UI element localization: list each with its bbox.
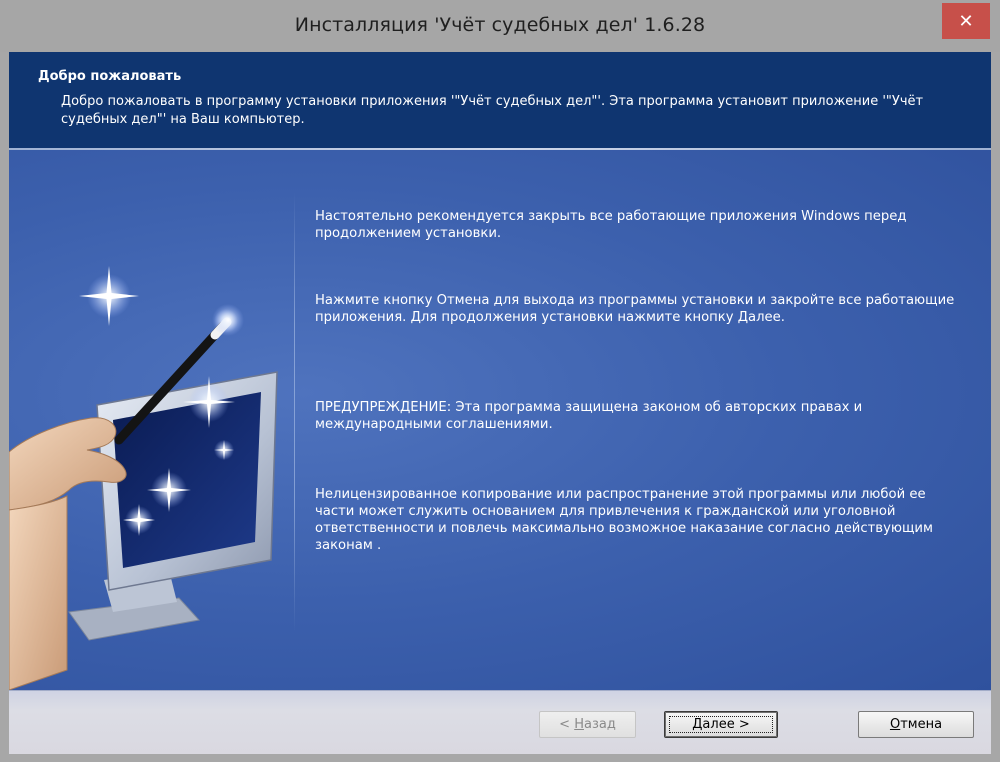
next-button-suffix: > xyxy=(734,717,750,732)
title-bar[interactable]: Инсталляция 'Учёт судебных дел' 1.6.28 ✕ xyxy=(0,0,1000,52)
wizard-client-area: Добро пожаловать Добро пожаловать в прог… xyxy=(9,52,991,754)
wizard-body: Настоятельно рекомендуется закрыть все р… xyxy=(9,150,991,690)
wizard-header: Добро пожаловать Добро пожаловать в прог… xyxy=(9,52,991,148)
paragraph-copyright-warning: ПРЕДУПРЕЖДЕНИЕ: Эта программа защищена з… xyxy=(315,400,863,432)
page-description: Добро пожаловать в программу установки п… xyxy=(61,94,924,127)
back-button[interactable]: < Назад xyxy=(539,711,636,738)
content-divider xyxy=(294,192,295,632)
magic-wand-monitor-illustration xyxy=(9,266,278,690)
cancel-button-label: тмена xyxy=(900,717,943,732)
back-button-prefix: < xyxy=(559,717,575,732)
button-bar: < Назад Далее > Отмена xyxy=(9,690,991,754)
paragraph-cancel-instructions: Нажмите кнопку Отмена для выхода из прог… xyxy=(315,293,955,325)
close-button[interactable]: ✕ xyxy=(942,3,990,39)
installer-window: Инсталляция 'Учёт судебных дел' 1.6.28 ✕… xyxy=(0,0,1000,762)
next-button[interactable]: Далее > xyxy=(664,711,778,738)
close-icon: ✕ xyxy=(958,10,974,32)
cancel-button[interactable]: Отмена xyxy=(858,711,974,738)
back-button-accel: Н xyxy=(574,717,584,732)
next-button-accel: Д xyxy=(692,717,703,732)
back-button-label: азад xyxy=(583,717,616,732)
paragraph-close-apps: Настоятельно рекомендуется закрыть все р… xyxy=(315,209,907,241)
cancel-button-accel: О xyxy=(889,717,901,732)
paragraph-license-warning: Нелицензированное копирование или распро… xyxy=(315,487,933,553)
page-title: Добро пожаловать xyxy=(38,69,182,84)
window-title: Инсталляция 'Учёт судебных дел' 1.6.28 xyxy=(294,14,706,36)
next-button-label: алее xyxy=(702,717,735,732)
